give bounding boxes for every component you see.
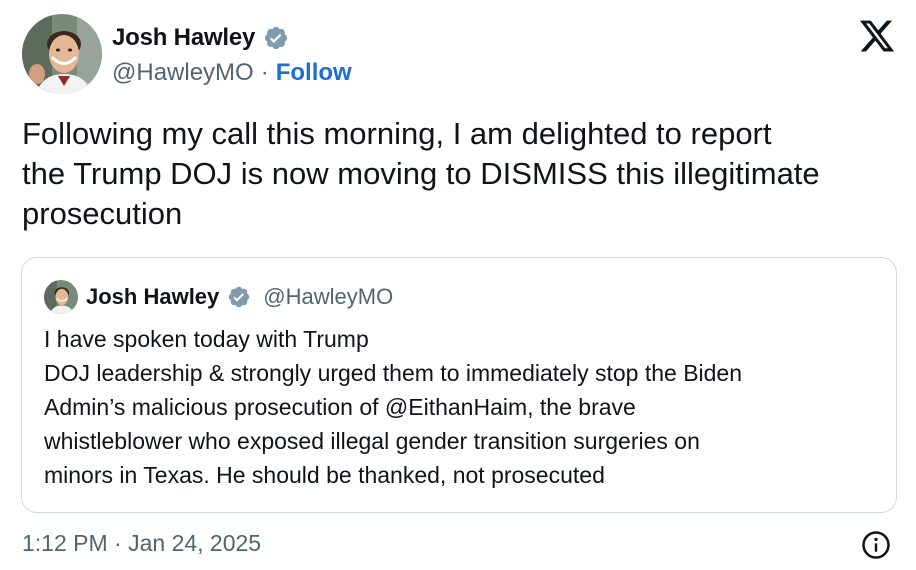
quoted-author-avatar[interactable] — [44, 280, 78, 314]
quoted-text-line: Admin’s malicious prosecution of @Eithan… — [44, 394, 636, 420]
quoted-author-name: Josh Hawley — [86, 284, 220, 309]
quoted-text-line: whistleblower who exposed illegal gender… — [44, 428, 700, 454]
author-display-name[interactable]: Josh Hawley — [112, 24, 255, 52]
author-name-row: Josh Hawley — [112, 22, 289, 54]
verified-badge-icon — [263, 25, 289, 51]
quoted-text-line: DOJ leadership & strongly urged them to … — [44, 360, 743, 386]
tweet-timestamp[interactable]: 1:12 PM · Jan 24, 2025 — [22, 530, 261, 557]
verified-badge-icon — [227, 285, 251, 309]
follow-button[interactable]: Follow — [276, 59, 352, 87]
info-icon[interactable] — [861, 530, 891, 560]
x-logo-icon[interactable] — [858, 17, 896, 55]
quoted-author-row: Josh Hawley @HawleyMO — [86, 280, 393, 314]
tweet-embed: Josh Hawley @HawleyMO · Follow Following… — [0, 0, 916, 570]
author-handle[interactable]: @HawleyMO — [112, 59, 254, 87]
author-handle-row: @HawleyMO · Follow — [112, 58, 352, 88]
tweet-text-line: prosecution — [22, 196, 183, 231]
author-avatar[interactable] — [22, 14, 102, 94]
tweet-text-line: Following my call this morning, I am del… — [22, 116, 772, 151]
quoted-text-line: I have spoken today with Trump — [44, 326, 369, 352]
tweet-text: Following my call this morning, I am del… — [22, 114, 902, 234]
quoted-text-line: minors in Texas. He should be thanked, n… — [44, 462, 605, 488]
tweet-text-line: the Trump DOJ is now moving to DISMISS t… — [22, 156, 820, 191]
quoted-author-handle: @HawleyMO — [263, 284, 394, 309]
quoted-tweet-card[interactable]: Josh Hawley @HawleyMO I have spoken toda… — [21, 257, 897, 513]
quoted-tweet-text: I have spoken today with Trump DOJ leade… — [44, 322, 884, 492]
separator-dot: · — [260, 59, 269, 86]
